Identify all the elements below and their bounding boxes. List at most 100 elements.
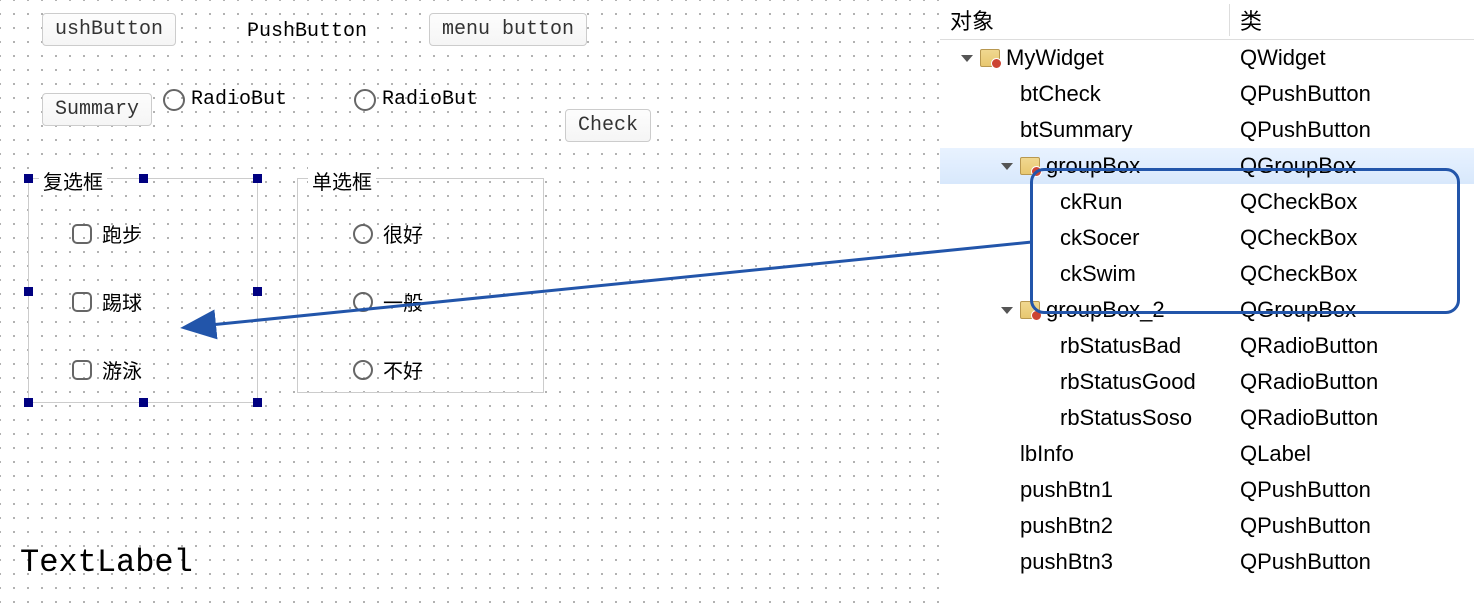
object-class: QPushButton <box>1230 477 1371 503</box>
tree-row-groupBox_2[interactable]: groupBox_2 QGroupBox <box>940 292 1474 328</box>
object-inspector: 对象 类 MyWidgetQWidgetbtCheckQPushButtonbt… <box>940 0 1474 611</box>
object-name: groupBox_2 <box>1046 297 1165 323</box>
designer-canvas[interactable]: ushButton PushButton menu button Summary… <box>0 0 940 611</box>
widget-icon <box>1020 301 1040 319</box>
expand-icon <box>1000 123 1014 137</box>
selection-handle[interactable] <box>253 174 262 183</box>
object-name: btSummary <box>1020 117 1132 143</box>
selection-handle[interactable] <box>253 287 262 296</box>
push-button-label[interactable]: PushButton <box>247 20 367 43</box>
object-class: QLabel <box>1230 441 1311 467</box>
object-name: rbStatusSoso <box>1060 405 1192 431</box>
tree-row-ckSocer[interactable]: ckSocer QCheckBox <box>940 220 1474 256</box>
checkbox-soccer[interactable]: 踢球 <box>72 287 142 316</box>
expand-icon <box>1040 267 1054 281</box>
tree-row-pushBtn1[interactable]: pushBtn1 QPushButton <box>940 472 1474 508</box>
radio-icon <box>353 224 373 244</box>
tree-row-rbStatusGood[interactable]: rbStatusGoodQRadioButton <box>940 364 1474 400</box>
tree-row-lbInfo[interactable]: lbInfo QLabel <box>940 436 1474 472</box>
expand-icon <box>1040 339 1054 353</box>
object-class: QWidget <box>1230 45 1326 71</box>
object-name: rbStatusBad <box>1060 333 1181 359</box>
expand-icon <box>1040 231 1054 245</box>
object-class: QRadioButton <box>1230 405 1378 431</box>
object-class: QGroupBox <box>1230 153 1356 179</box>
tree-row-groupBox[interactable]: groupBox QGroupBox <box>940 148 1474 184</box>
tree-row-ckSwim[interactable]: ckSwim QCheckBox <box>940 256 1474 292</box>
header-class[interactable]: 类 <box>1230 4 1262 36</box>
groupbox-title: 复选框 <box>39 166 107 195</box>
summary-button[interactable]: Summary <box>42 93 152 126</box>
tree-row-pushBtn2[interactable]: pushBtn2 QPushButton <box>940 508 1474 544</box>
expand-icon <box>1000 519 1014 533</box>
check-button[interactable]: Check <box>565 109 651 142</box>
radio-label: 不好 <box>383 355 423 384</box>
checkbox-label: 跑步 <box>102 219 142 248</box>
object-class: QCheckBox <box>1230 261 1357 287</box>
widget-icon <box>1020 157 1040 175</box>
object-name: pushBtn3 <box>1020 549 1113 575</box>
object-name: ckRun <box>1060 189 1122 215</box>
tree-row-btCheck[interactable]: btCheck QPushButton <box>940 76 1474 112</box>
object-name: groupBox <box>1046 153 1140 179</box>
object-name: pushBtn1 <box>1020 477 1113 503</box>
radio-icon <box>353 360 373 380</box>
selection-handle[interactable] <box>24 174 33 183</box>
checkbox-icon <box>72 224 92 244</box>
checkbox-label: 游泳 <box>102 355 142 384</box>
object-class: QCheckBox <box>1230 189 1357 215</box>
inspector-tree: MyWidgetQWidget btCheck QPushButton btSumma… <box>940 40 1474 580</box>
object-name: pushBtn2 <box>1020 513 1113 539</box>
tree-row-MyWidget[interactable]: MyWidgetQWidget <box>940 40 1474 76</box>
radio-soso[interactable]: 一般 <box>353 287 423 316</box>
groupbox-title: 单选框 <box>308 166 376 195</box>
expand-icon <box>1040 411 1054 425</box>
selection-handle[interactable] <box>253 398 262 407</box>
tree-row-rbStatusBad[interactable]: rbStatusBad QRadioButton <box>940 328 1474 364</box>
object-name: ckSwim <box>1060 261 1136 287</box>
radio-good[interactable]: 很好 <box>353 219 423 248</box>
tree-row-rbStatusSoso[interactable]: rbStatusSoso QRadioButton <box>940 400 1474 436</box>
checkbox-swim[interactable]: 游泳 <box>72 355 142 384</box>
menu-button[interactable]: menu button <box>429 13 587 46</box>
object-class: QPushButton <box>1230 549 1371 575</box>
radio-icon <box>353 292 373 312</box>
object-name: ckSocer <box>1060 225 1139 251</box>
checkbox-run[interactable]: 跑步 <box>72 219 142 248</box>
radio-button-1[interactable]: RadioBut <box>163 88 287 111</box>
object-class: QPushButton <box>1230 513 1371 539</box>
expand-icon[interactable] <box>960 51 974 65</box>
checkbox-icon <box>72 360 92 380</box>
object-class: QCheckBox <box>1230 225 1357 251</box>
tree-row-btSummary[interactable]: btSummaryQPushButton <box>940 112 1474 148</box>
expand-icon <box>1000 447 1014 461</box>
ush-button[interactable]: ushButton <box>42 13 176 46</box>
radio-button-2[interactable]: RadioBut <box>354 88 478 111</box>
expand-icon <box>1040 375 1054 389</box>
selection-handle[interactable] <box>139 398 148 407</box>
header-object[interactable]: 对象 <box>940 4 1230 36</box>
groupbox-radio[interactable]: 单选框 很好 一般 不好 <box>297 178 544 393</box>
tree-row-ckRun[interactable]: ckRun QCheckBox <box>940 184 1474 220</box>
object-class: QRadioButton <box>1230 333 1378 359</box>
expand-icon <box>1040 195 1054 209</box>
expand-icon <box>1000 87 1014 101</box>
radio-bad[interactable]: 不好 <box>353 355 423 384</box>
tree-row-pushBtn3[interactable]: pushBtn3 QPushButton <box>940 544 1474 580</box>
object-name: lbInfo <box>1020 441 1074 467</box>
object-class: QPushButton <box>1230 81 1371 107</box>
radio-label: 很好 <box>383 219 423 248</box>
expand-icon[interactable] <box>1000 303 1014 317</box>
widget-icon <box>980 49 1000 67</box>
object-class: QGroupBox <box>1230 297 1356 323</box>
checkbox-icon <box>72 292 92 312</box>
groupbox-checkbox[interactable]: 复选框 跑步 踢球 游泳 <box>28 178 258 403</box>
expand-icon[interactable] <box>1000 159 1014 173</box>
radio-label: 一般 <box>383 287 423 316</box>
selection-handle[interactable] <box>24 287 33 296</box>
text-label[interactable]: TextLabel <box>20 544 193 581</box>
selection-handle[interactable] <box>24 398 33 407</box>
selection-handle[interactable] <box>139 174 148 183</box>
object-class: QRadioButton <box>1230 369 1378 395</box>
object-name: btCheck <box>1020 81 1101 107</box>
